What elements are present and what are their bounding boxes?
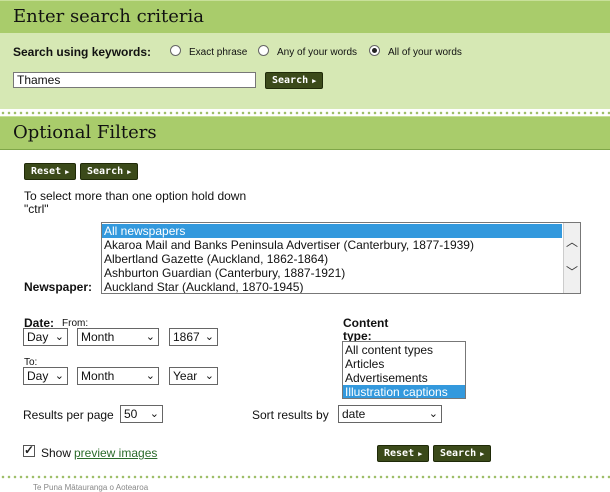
sort-select[interactable]: date ⌄	[338, 405, 442, 423]
keyword-search-input[interactable]: Thames	[13, 72, 256, 88]
show-label: Show	[41, 446, 72, 460]
checkmark-icon: ✓	[24, 443, 35, 457]
newspaper-scrollbar[interactable]: ︿ ﹀	[563, 223, 580, 293]
keywords-label: Search using keywords:	[13, 45, 152, 59]
newspaper-option[interactable]: Albertland Gazette (Auckland, 1862-1864)	[102, 252, 562, 266]
footer-text: Te Puna Mātauranga o Aotearoa	[33, 483, 149, 492]
arrow-right-icon: ▶	[65, 168, 70, 176]
to-day-value: Day	[27, 369, 49, 383]
to-month-select[interactable]: Month ⌄	[77, 367, 159, 385]
chevron-down-icon[interactable]: ﹀	[566, 263, 578, 280]
from-month-select[interactable]: Month ⌄	[77, 328, 159, 346]
chevron-down-icon: ⌄	[204, 370, 214, 382]
chevron-down-icon: ⌄	[54, 331, 64, 343]
reset-button-label: Reset	[384, 448, 415, 459]
any-words-radio-icon[interactable]	[258, 45, 269, 56]
preview-images-link[interactable]: preview images	[74, 446, 157, 460]
all-words-radio-icon[interactable]	[369, 45, 380, 56]
chevron-down-icon: ⌄	[149, 408, 159, 420]
chevron-down-icon: ⌄	[428, 408, 438, 420]
preview-checkbox[interactable]: ✓	[23, 443, 35, 457]
optional-filters-title: Optional Filters	[13, 122, 157, 143]
search-button-label: Search	[87, 166, 124, 177]
any-words-label[interactable]: Any of your words	[277, 47, 357, 58]
search-button-label: Search	[440, 448, 477, 459]
arrow-right-icon: ▶	[312, 77, 317, 85]
results-per-page-label: Results per page	[23, 408, 114, 422]
from-month-value: Month	[81, 330, 115, 344]
content-type-option[interactable]: Articles	[343, 357, 465, 371]
content-type-option[interactable]: All content types	[343, 343, 465, 357]
content-type-option[interactable]: Illustration captions	[343, 385, 465, 398]
sort-value: date	[342, 407, 366, 421]
search-criteria-title: Enter search criteria	[13, 6, 204, 27]
search-button-top[interactable]: Search ▶	[80, 163, 139, 180]
optional-filters-header: Optional Filters	[0, 116, 610, 150]
from-day-select[interactable]: Day ⌄	[23, 328, 68, 346]
footer-divider	[0, 475, 610, 479]
results-per-page-value: 50	[124, 407, 138, 421]
arrow-right-icon: ▶	[480, 450, 485, 458]
content-type-option[interactable]: Advertisements	[343, 371, 465, 385]
newspaper-option[interactable]: Ashburton Guardian (Canterbury, 1887-192…	[102, 266, 562, 280]
newspaper-listbox[interactable]: All newspapers Akaroa Mail and Banks Pen…	[101, 222, 581, 294]
to-month-value: Month	[81, 369, 115, 383]
chevron-down-icon: ⌄	[54, 370, 64, 382]
newspaper-option[interactable]: Akaroa Mail and Banks Peninsula Advertis…	[102, 238, 562, 252]
reset-button-label: Reset	[31, 166, 62, 177]
reset-button-bottom[interactable]: Reset ▶	[377, 445, 430, 462]
multi-select-hint: To select more than one option hold down	[24, 189, 247, 203]
chevron-down-icon: ⌄	[204, 331, 214, 343]
from-year-select[interactable]: 1867 ⌄	[169, 328, 218, 346]
chevron-down-icon: ⌄	[145, 331, 155, 343]
content-type-listbox[interactable]: All content types Articles Advertisement…	[342, 341, 466, 399]
all-words-label[interactable]: All of your words	[388, 47, 462, 58]
reset-button-top[interactable]: Reset ▶	[24, 163, 77, 180]
chevron-up-icon[interactable]: ︿	[566, 233, 578, 250]
sort-label: Sort results by	[252, 408, 329, 422]
divider	[0, 111, 610, 115]
newspaper-label: Newspaper:	[24, 280, 93, 294]
exact-phrase-label[interactable]: Exact phrase	[189, 47, 247, 58]
to-day-select[interactable]: Day ⌄	[23, 367, 68, 385]
search-button-label: Search	[272, 75, 309, 86]
search-button[interactable]: Search ▶	[265, 72, 324, 89]
arrow-right-icon: ▶	[127, 168, 132, 176]
content-type-label: Content	[343, 316, 389, 330]
search-criteria-header: Enter search criteria	[0, 0, 610, 34]
chevron-down-icon: ⌄	[145, 370, 155, 382]
search-button-bottom[interactable]: Search ▶	[433, 445, 492, 462]
multi-select-hint-ctrl: "ctrl"	[24, 202, 49, 216]
exact-phrase-radio-icon[interactable]	[170, 45, 181, 56]
to-year-value: Year	[173, 369, 198, 383]
results-per-page-select[interactable]: 50 ⌄	[120, 405, 163, 423]
to-year-select[interactable]: Year ⌄	[169, 367, 218, 385]
from-day-value: Day	[27, 330, 49, 344]
newspaper-option[interactable]: All newspapers	[102, 224, 562, 238]
from-year-value: 1867	[173, 330, 200, 344]
arrow-right-icon: ▶	[418, 450, 423, 458]
newspaper-option[interactable]: Auckland Star (Auckland, 1870-1945)	[102, 280, 562, 293]
